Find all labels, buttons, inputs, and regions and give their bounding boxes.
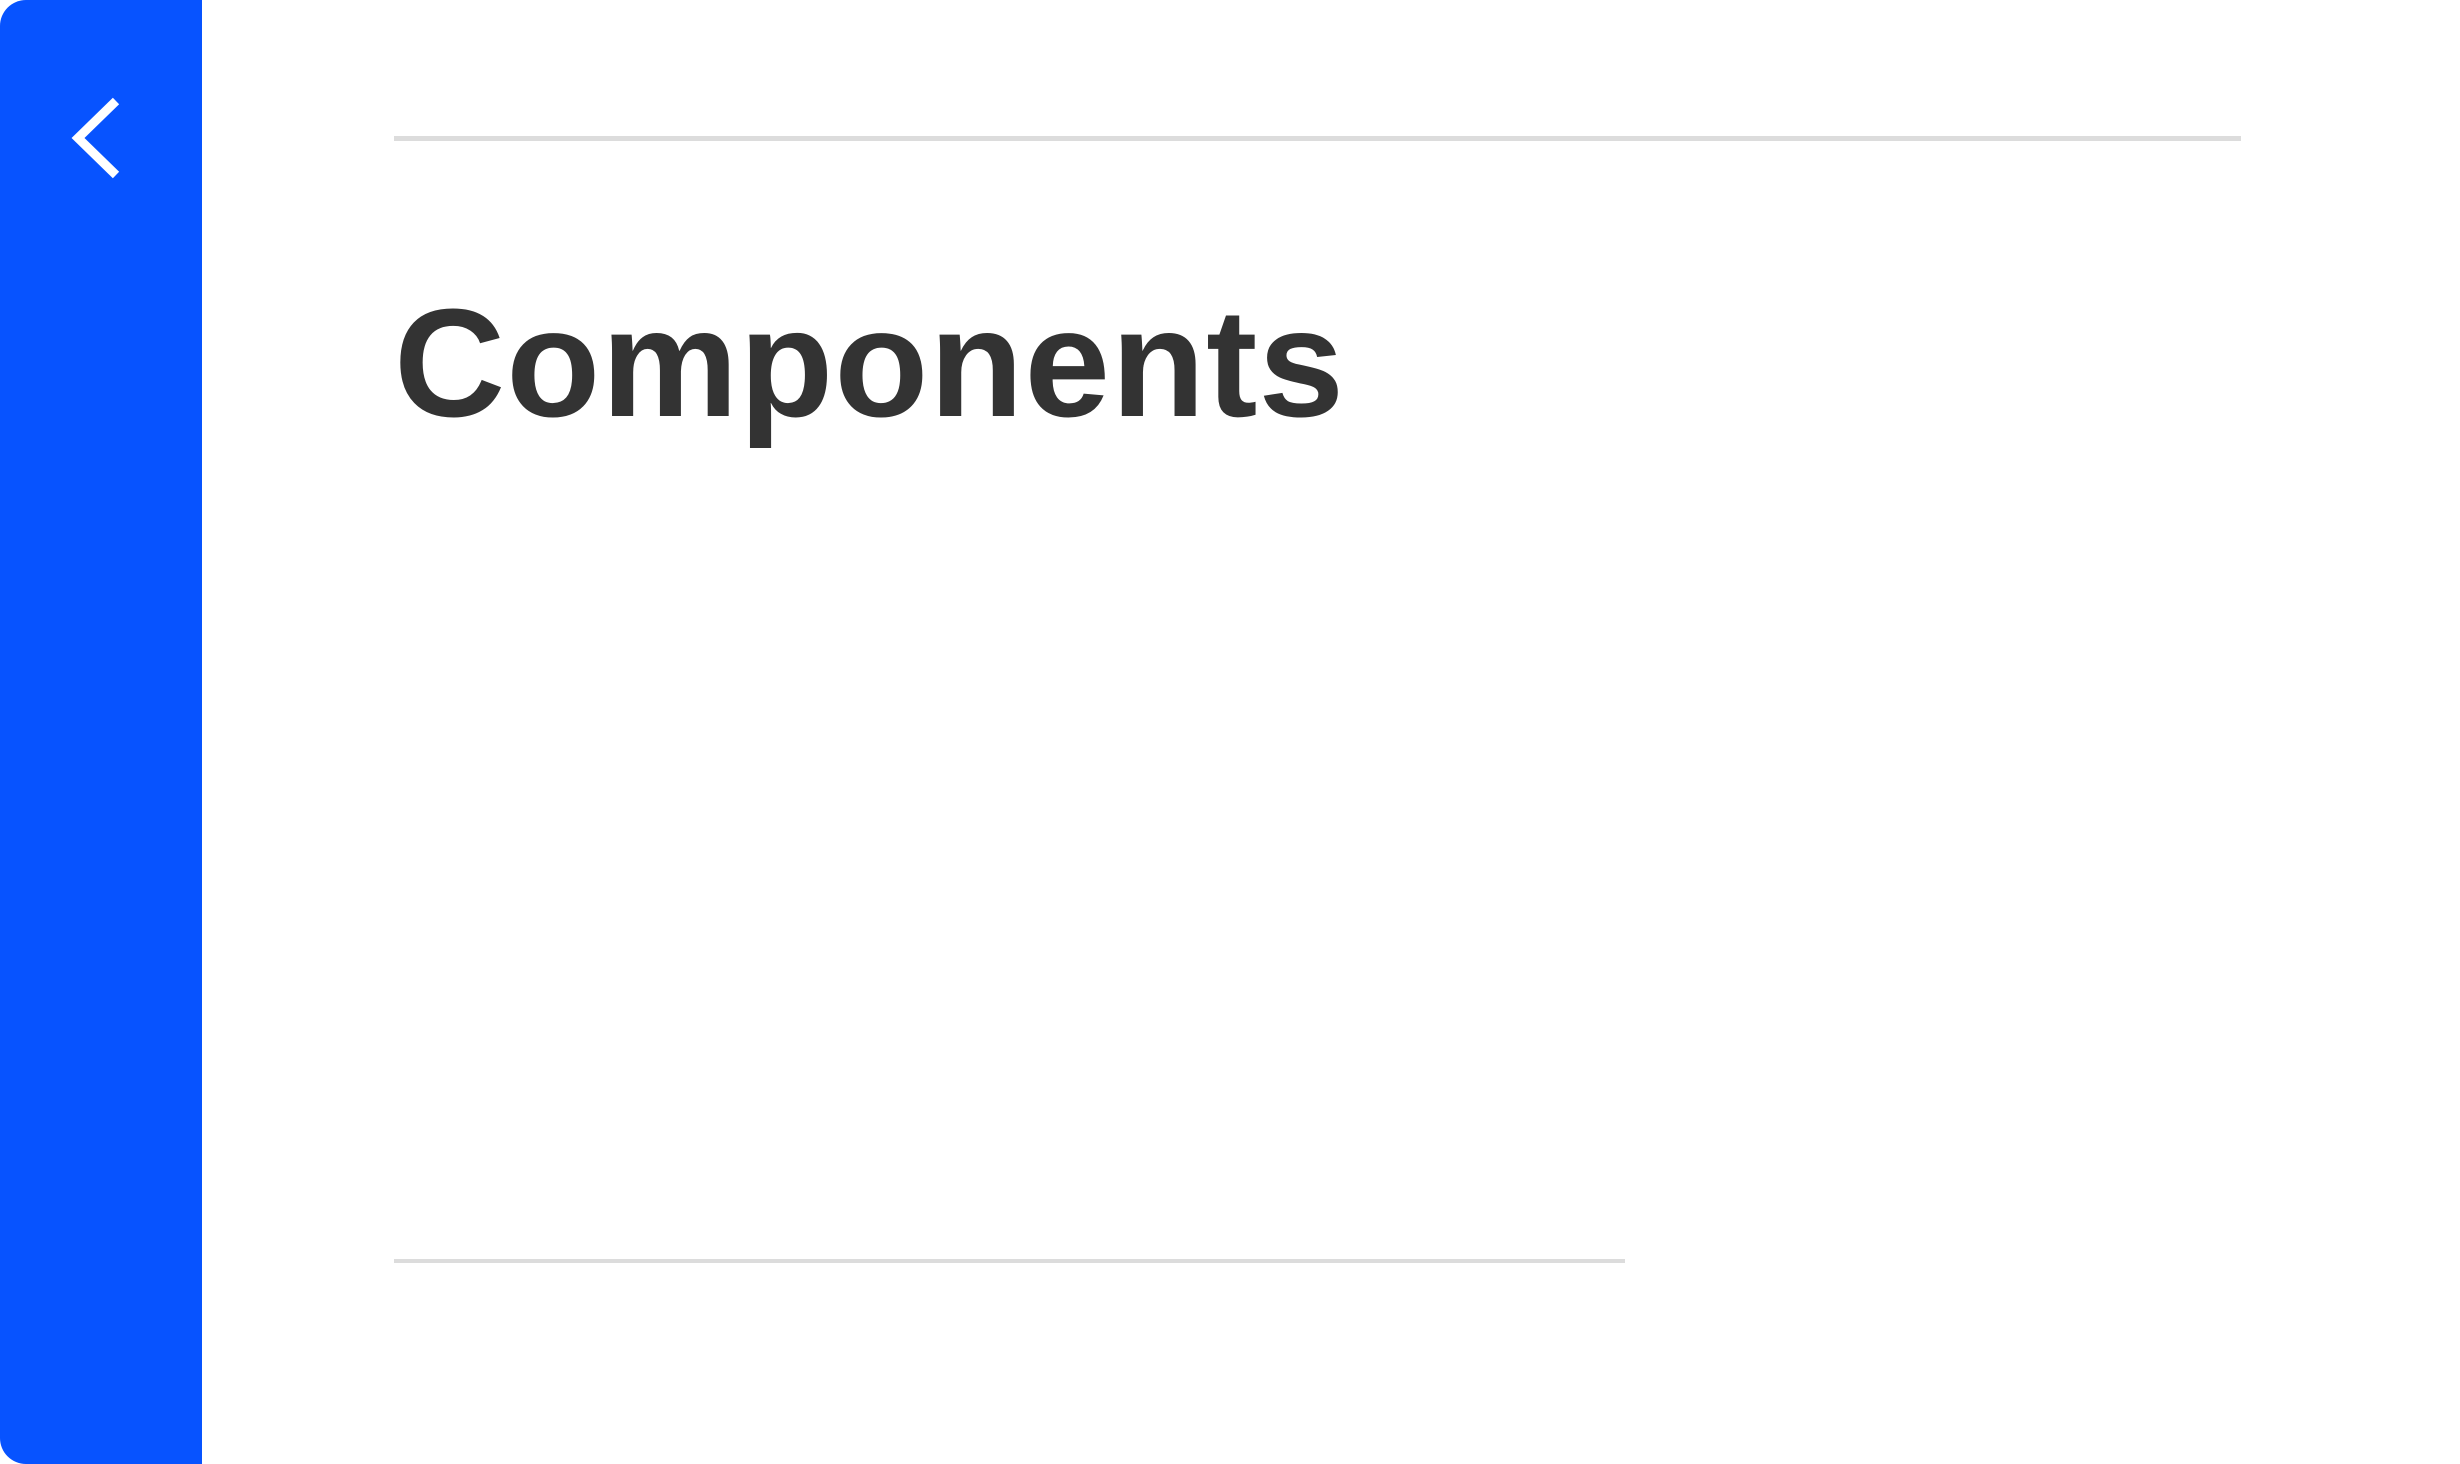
top-divider bbox=[394, 136, 2241, 141]
sidebar bbox=[0, 0, 202, 1464]
page-title: Components bbox=[394, 277, 1346, 449]
bottom-divider bbox=[394, 1259, 1625, 1263]
back-button[interactable] bbox=[62, 92, 134, 184]
chevron-left-icon bbox=[71, 97, 120, 179]
